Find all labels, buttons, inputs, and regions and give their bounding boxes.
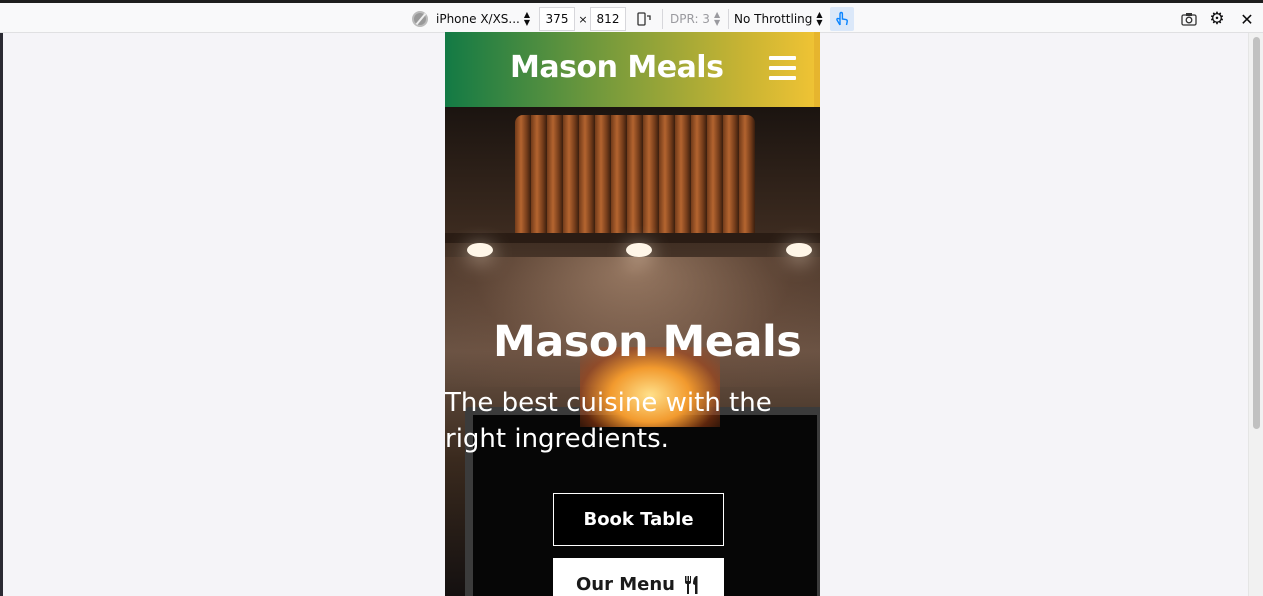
site-header: Mason Meals: [445, 32, 820, 107]
dimension-separator: ×: [578, 12, 588, 26]
chevron-updown-icon: ▲ ▼: [816, 10, 823, 27]
width-input[interactable]: 375: [539, 7, 575, 31]
page-scrollbar[interactable]: [1248, 33, 1263, 596]
throttling-label: No Throttling: [734, 12, 813, 26]
our-menu-button[interactable]: Our Menu: [553, 558, 724, 596]
screenshot-button[interactable]: [1178, 7, 1200, 31]
rotate-icon: [637, 12, 651, 26]
window-edge: [0, 33, 3, 596]
height-input[interactable]: 812: [590, 7, 626, 31]
device-name: iPhone X/XS...: [436, 12, 520, 26]
screenshot-icon: [1181, 13, 1197, 26]
book-table-label: Book Table: [583, 509, 694, 530]
touch-simulation-button[interactable]: [830, 7, 854, 31]
dpr-selector[interactable]: DPR: 3 ▲ ▼: [670, 7, 726, 31]
hero-background-light: [786, 243, 812, 257]
throttling-selector[interactable]: No Throttling ▲ ▼: [734, 7, 824, 31]
globe-icon: [412, 11, 428, 27]
hero-background-shelf: [445, 233, 820, 243]
hero-title: Mason Meals: [493, 317, 802, 367]
settings-icon: ⚙: [1209, 9, 1225, 29]
dpr-label: DPR: 3: [670, 12, 710, 26]
site-brand[interactable]: Mason Meals: [510, 50, 724, 85]
devtools-toolbar: iPhone X/XS... ▲ ▼ 375 × 812 DPR: 3 ▲ ▼ No…: [0, 0, 1263, 33]
device-selector[interactable]: iPhone X/XS... ▲ ▼: [412, 7, 534, 31]
settings-button[interactable]: ⚙: [1206, 7, 1228, 31]
device-viewport: Mason Meals Mason Meals The best cuisine…: [445, 32, 820, 596]
hero-background-light: [626, 243, 652, 257]
hamburger-menu-icon[interactable]: [769, 56, 796, 80]
toolbar-divider: [728, 9, 729, 29]
chevron-updown-icon: ▲ ▼: [713, 10, 721, 27]
hero-background-light: [467, 243, 493, 257]
scrollbar-thumb[interactable]: [1253, 37, 1260, 429]
our-menu-label: Our Menu: [575, 574, 675, 595]
book-table-button[interactable]: Book Table: [553, 493, 724, 546]
chevron-updown-icon: ▲ ▼: [523, 10, 531, 27]
close-button[interactable]: ✕: [1236, 7, 1258, 31]
rotate-button[interactable]: [634, 7, 654, 31]
hero-subtitle: The best cuisine with the right ingredie…: [445, 388, 772, 454]
hero-section: Mason Meals The best cuisine with the ri…: [445, 107, 820, 596]
close-icon: ✕: [1240, 9, 1254, 29]
toolbar-divider: [662, 9, 663, 29]
utensils-icon: [685, 575, 698, 594]
touch-icon: [836, 11, 848, 26]
hero-background-hood: [515, 115, 755, 233]
